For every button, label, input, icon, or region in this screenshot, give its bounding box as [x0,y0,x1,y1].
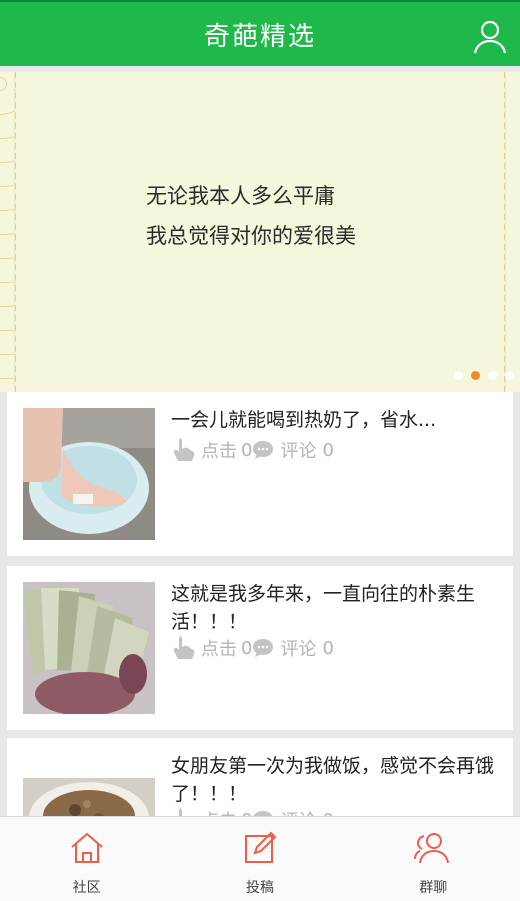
post-title: 这就是我多年来，一直向往的朴素生活！！！ [171,583,476,633]
tab-community[interactable]: 社区 [0,817,173,901]
tab-label: 群聊 [419,880,448,896]
comment-label: 评论 [280,807,316,816]
carousel-indicator [454,371,514,380]
bottom-tab-bar: 社区 投稿 群聊 [0,816,520,901]
carousel-dot-3[interactable] [488,371,497,380]
click-count: 0 [241,637,253,659]
post-card[interactable]: 女朋友第一次为我做饭，感觉不会再饿了！！！ 点击 0 评论 0 [7,738,513,816]
click-label: 点击 [201,639,237,660]
carousel-dot-4[interactable] [505,371,514,380]
post-title: 女朋友第一次为我做饭，感觉不会再饿了！！！ [171,755,495,805]
tab-group-chat[interactable]: 群聊 [347,817,520,901]
carousel-dot-1[interactable] [454,371,463,380]
banner-carousel[interactable]: 无论我本人多么平庸 我总觉得对你的爱很美 [0,72,520,392]
tab-label: 社区 [72,880,101,896]
banner-text-line2: 我总觉得对你的爱很美 [146,224,356,248]
comment-bubble-icon [253,441,274,459]
post-card[interactable]: 一会儿就能喝到热奶了，省水... 点击 0 评论 0 [7,392,513,556]
top-bar: 奇葩精选 [0,0,520,66]
edit-icon [244,831,277,863]
post-thumbnail [23,778,155,816]
post-meta: 点击 0 评论 0 [171,634,334,662]
page-title: 奇葩精选 [203,22,316,52]
post-list: 一会儿就能喝到热奶了，省水... 点击 0 评论 0 这就是我多年来，一直向往的… [0,392,520,816]
tab-label: 投稿 [245,880,274,896]
post-thumbnail [23,408,155,540]
post-meta: 点击 0 评论 0 [171,806,334,816]
comment-count: 0 [322,439,334,461]
post-meta: 点击 0 评论 0 [171,436,334,464]
comment-label: 评论 [280,639,317,660]
pointer-hand-icon [179,808,182,816]
user-icon[interactable] [470,16,510,56]
pointer-hand-icon [173,438,195,461]
tab-submit[interactable]: 投稿 [173,817,346,901]
post-thumbnail [23,582,155,714]
pointer-hand-icon [173,636,195,659]
click-label: 点击 [201,807,237,816]
carousel-dot-2[interactable] [471,371,480,380]
home-icon [71,832,103,863]
banner-text-line1: 无论我本人多么平庸 [146,184,335,208]
stamp-edge-right [504,72,520,392]
click-count: 0 [241,439,253,461]
click-label: 点击 [201,441,237,462]
post-title: 一会儿就能喝到热奶了，省水... [171,409,437,431]
app-root: 奇葩精选 无论我本人多么平庸 我总觉得对你的爱很美 一会儿就能喝到热奶了，省水.… [0,0,520,901]
group-icon [414,833,450,864]
post-card[interactable]: 这就是我多年来，一直向往的朴素生活！！！ 点击 0 评论 0 [7,566,513,730]
comment-count: 0 [322,637,334,659]
comment-label: 评论 [280,441,317,462]
comment-bubble-icon [253,639,274,657]
